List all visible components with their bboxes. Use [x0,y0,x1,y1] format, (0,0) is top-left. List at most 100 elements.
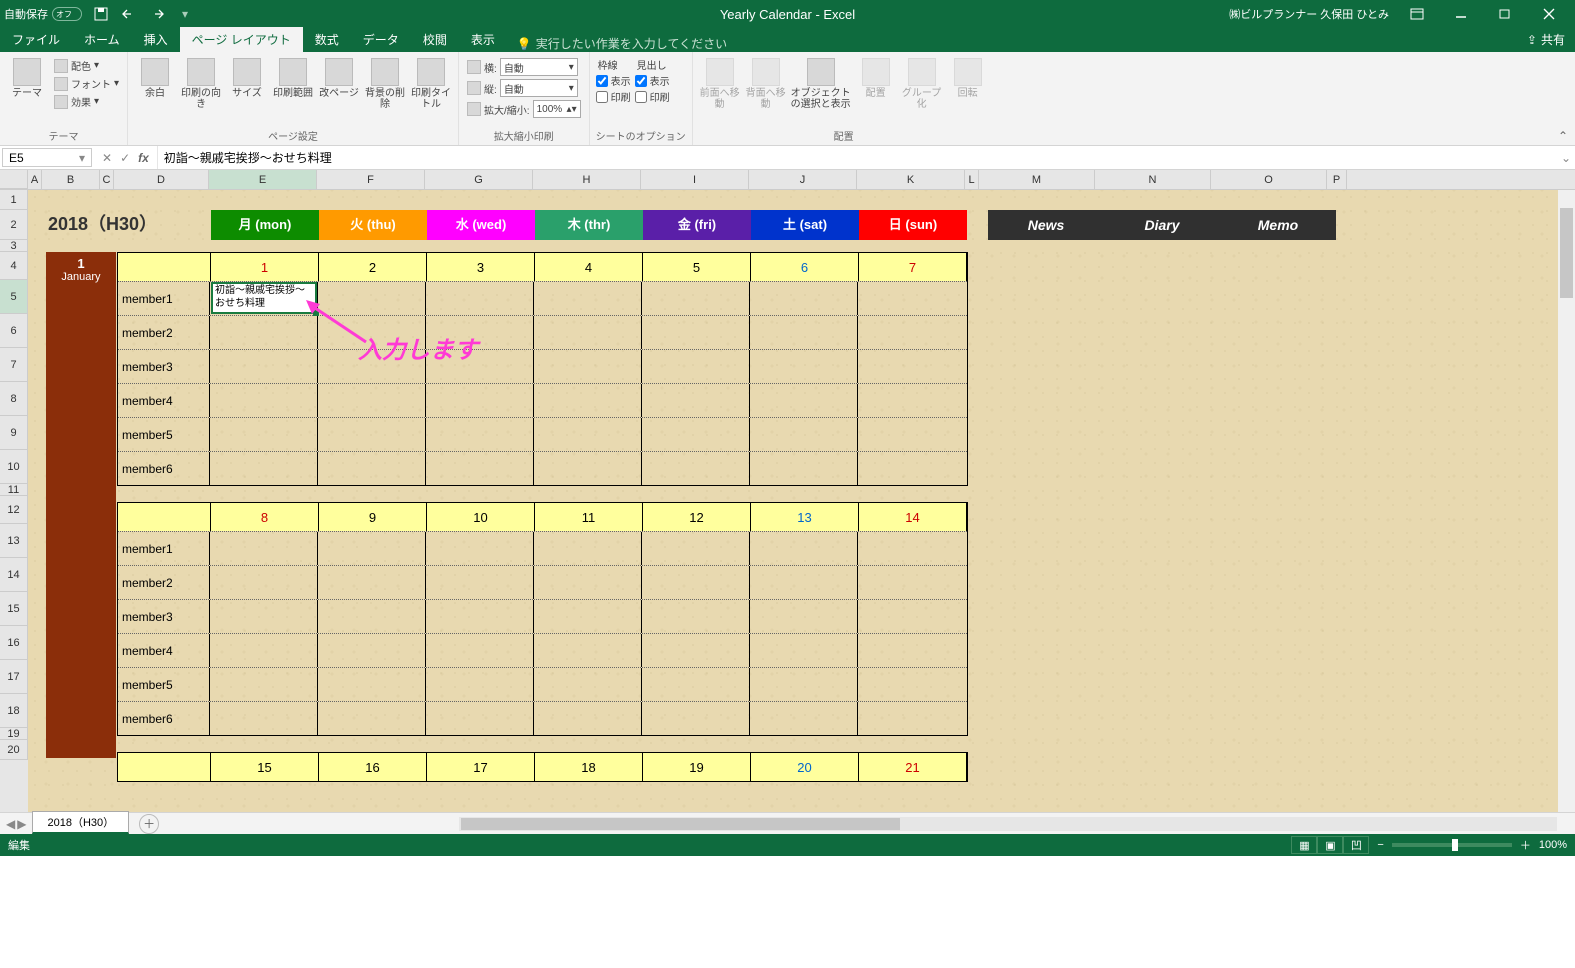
row-header-2[interactable]: 2 [0,210,28,240]
schedule-cell[interactable] [210,452,318,485]
row-header-7[interactable]: 7 [0,348,28,382]
schedule-cell[interactable] [858,350,966,383]
date-cell[interactable]: 1 [211,253,319,281]
zoom-out-icon[interactable]: − [1377,839,1383,851]
schedule-cell[interactable] [426,600,534,633]
enter-formula-icon[interactable]: ✓ [120,151,130,165]
row-header-20[interactable]: 20 [0,740,28,760]
undo-icon[interactable] [120,5,138,23]
schedule-cell[interactable] [642,418,750,451]
sheet-tab[interactable]: 2018（H30） [32,811,129,834]
select-all-corner[interactable] [0,170,28,189]
schedule-cell[interactable] [534,350,642,383]
print-titles-button[interactable]: 印刷タイトル [410,54,452,110]
member-name-cell[interactable]: member6 [118,452,210,485]
background-button[interactable]: 背景の削除 [364,54,406,110]
schedule-cell[interactable] [858,282,966,315]
schedule-cell[interactable] [534,668,642,701]
row-header-11[interactable]: 11 [0,484,28,496]
orientation-button[interactable]: 印刷の向き [180,54,222,110]
autosave-toggle[interactable]: 自動保存 オフ [4,6,82,22]
collapse-ribbon-icon[interactable]: ⌃ [1555,129,1571,143]
theme-effects-button[interactable]: 効果 ▾ [52,93,121,110]
schedule-cell[interactable] [750,600,858,633]
date-cell[interactable]: 15 [211,753,319,781]
view-pagebreak-icon[interactable]: 凹 [1343,836,1369,854]
row-header-9[interactable]: 9 [0,416,28,450]
date-cell[interactable]: 5 [643,253,751,281]
schedule-cell[interactable] [426,702,534,735]
row-header-14[interactable]: 14 [0,558,28,592]
schedule-cell[interactable] [534,452,642,485]
schedule-cell[interactable] [318,316,426,349]
date-cell[interactable]: 13 [751,503,859,531]
scale-height-select[interactable]: 自動▾ [500,79,578,97]
theme-fonts-button[interactable]: フォント ▾ [52,75,121,92]
column-header-N[interactable]: N [1095,170,1211,189]
tab-data[interactable]: データ [351,27,411,52]
schedule-cell[interactable] [534,532,642,565]
schedule-cell[interactable] [534,384,642,417]
schedule-cell[interactable] [534,600,642,633]
row-header-3[interactable]: 3 [0,240,28,252]
schedule-cell[interactable] [426,418,534,451]
date-cell[interactable]: 8 [211,503,319,531]
schedule-cell[interactable] [426,634,534,667]
column-header-P[interactable]: P [1327,170,1347,189]
column-header-F[interactable]: F [317,170,425,189]
tab-file[interactable]: ファイル [0,27,72,52]
date-cell[interactable]: 10 [427,503,535,531]
schedule-cell[interactable] [858,532,966,565]
add-sheet-button[interactable]: ＋ [139,814,159,834]
tab-insert[interactable]: 挿入 [132,27,180,52]
schedule-cell[interactable] [642,350,750,383]
group-button[interactable]: グループ化 [901,54,943,110]
schedule-cell[interactable] [210,668,318,701]
column-header-C[interactable]: C [100,170,114,189]
schedule-cell[interactable] [318,600,426,633]
schedule-cell[interactable] [318,452,426,485]
member-name-cell[interactable]: member5 [118,668,210,701]
date-cell[interactable]: 16 [319,753,427,781]
date-cell[interactable]: 14 [859,503,967,531]
date-cell[interactable]: 2 [319,253,427,281]
gridlines-view-check[interactable]: 表示 [596,73,631,88]
schedule-cell[interactable] [426,282,534,315]
row-header-12[interactable]: 12 [0,496,28,524]
date-cell[interactable]: 19 [643,753,751,781]
column-header-L[interactable]: L [965,170,979,189]
breaks-button[interactable]: 改ページ [318,54,360,99]
theme-colors-button[interactable]: 配色 ▾ [52,57,121,74]
schedule-cell[interactable] [210,384,318,417]
column-header-E[interactable]: E [209,170,317,189]
sheet-nav-next-icon[interactable]: ▶ [17,817,26,831]
margins-button[interactable]: 余白 [134,54,176,99]
date-cell[interactable]: 3 [427,253,535,281]
schedule-cell[interactable] [426,316,534,349]
schedule-cell[interactable] [426,566,534,599]
column-header-B[interactable]: B [42,170,100,189]
headings-print-check[interactable]: 印刷 [635,89,670,104]
qat-customize-icon[interactable]: ▾ [176,5,194,23]
schedule-cell[interactable] [642,384,750,417]
member-name-cell[interactable]: member5 [118,418,210,451]
schedule-cell[interactable] [642,668,750,701]
row-header-15[interactable]: 15 [0,592,28,626]
schedule-cell[interactable] [858,418,966,451]
schedule-cell[interactable] [858,634,966,667]
zoom-level[interactable]: 100% [1539,839,1567,851]
member-name-cell[interactable]: member2 [118,566,210,599]
member-name-cell[interactable]: member1 [118,282,210,315]
column-header-M[interactable]: M [979,170,1095,189]
zoom-in-icon[interactable]: ＋ [1520,837,1531,853]
schedule-cell[interactable] [318,282,426,315]
schedule-cell[interactable] [210,566,318,599]
schedule-cell[interactable] [426,452,534,485]
rotate-button[interactable]: 回転 [947,54,989,99]
schedule-cell[interactable] [318,702,426,735]
member-name-cell[interactable]: member4 [118,384,210,417]
schedule-cell[interactable] [210,316,318,349]
schedule-cell[interactable] [426,668,534,701]
date-cell[interactable]: 12 [643,503,751,531]
schedule-cell[interactable] [750,316,858,349]
